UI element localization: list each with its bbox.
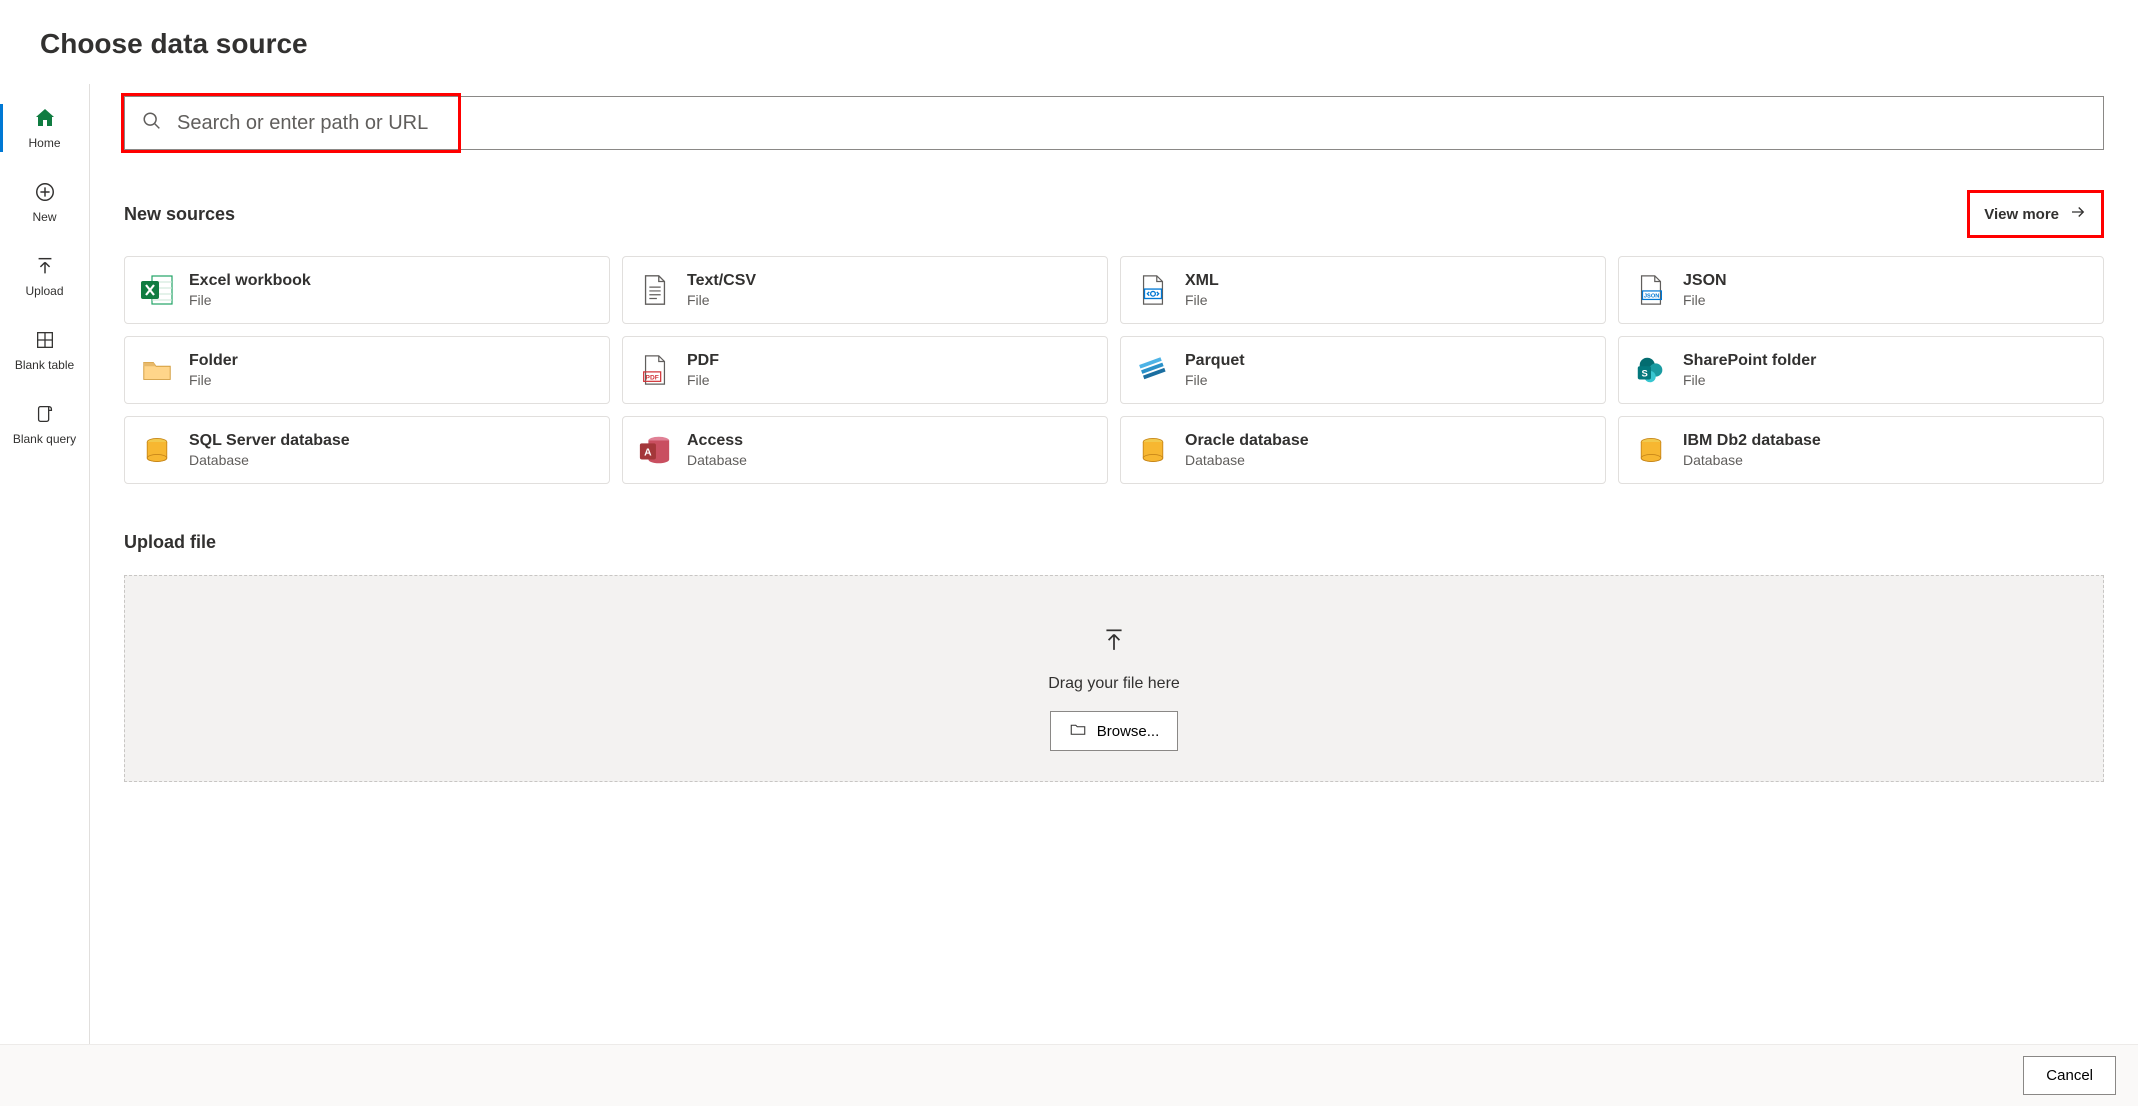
- card-json[interactable]: JSON JSON File: [1618, 256, 2104, 324]
- sidebar-item-home[interactable]: Home: [0, 96, 89, 164]
- card-subtitle: File: [687, 292, 756, 308]
- main: New sources View more Excel workbook Fil…: [90, 84, 2138, 1106]
- card-db2[interactable]: IBM Db2 database Database: [1618, 416, 2104, 484]
- search-icon: [141, 110, 163, 137]
- card-title: XML: [1185, 272, 1219, 290]
- card-sql-server[interactable]: SQL Server database Database: [124, 416, 610, 484]
- card-subtitle: Database: [189, 452, 350, 468]
- card-access[interactable]: A Access Database: [622, 416, 1108, 484]
- sidebar-item-blank-query[interactable]: Blank query: [0, 392, 89, 460]
- card-subtitle: File: [189, 292, 311, 308]
- card-subtitle: File: [687, 372, 719, 388]
- sidebar-item-upload[interactable]: Upload: [0, 244, 89, 312]
- new-sources-heading: New sources: [124, 204, 235, 225]
- db-yellow-icon: [139, 432, 175, 468]
- script-icon: [33, 402, 57, 426]
- upload-dropzone[interactable]: Drag your file here Browse...: [124, 575, 2104, 782]
- card-title: PDF: [687, 352, 719, 370]
- pdf-icon: PDF: [637, 352, 673, 388]
- card-title: Parquet: [1185, 352, 1245, 370]
- cancel-button[interactable]: Cancel: [2023, 1056, 2116, 1095]
- card-subtitle: Database: [687, 452, 747, 468]
- card-subtitle: File: [1185, 372, 1245, 388]
- card-sharepoint-folder[interactable]: S SharePoint folder File: [1618, 336, 2104, 404]
- footer: Cancel: [0, 1044, 2138, 1106]
- card-excel-workbook[interactable]: Excel workbook File: [124, 256, 610, 324]
- sidebar-item-label: Blank query: [13, 432, 76, 446]
- home-icon: [33, 106, 57, 130]
- upload-arrow-icon: [1101, 626, 1127, 657]
- view-more-label: View more: [1984, 206, 2059, 223]
- card-oracle[interactable]: Oracle database Database: [1120, 416, 1606, 484]
- card-title: Excel workbook: [189, 272, 311, 290]
- card-title: SQL Server database: [189, 432, 350, 450]
- search-bar[interactable]: [124, 96, 2104, 150]
- sidebar: Home New Upload Blank table Blank query: [0, 84, 90, 1106]
- sidebar-item-blank-table[interactable]: Blank table: [0, 318, 89, 386]
- card-subtitle: File: [1683, 372, 1816, 388]
- excel-icon: [139, 272, 175, 308]
- folder-icon: [139, 352, 175, 388]
- svg-text:A: A: [644, 448, 652, 459]
- card-subtitle: File: [189, 372, 238, 388]
- sidebar-item-label: New: [32, 210, 56, 224]
- card-title: IBM Db2 database: [1683, 432, 1821, 450]
- card-subtitle: Database: [1185, 452, 1309, 468]
- sidebar-item-label: Upload: [25, 284, 63, 298]
- folder-open-icon: [1069, 720, 1087, 742]
- card-parquet[interactable]: Parquet File: [1120, 336, 1606, 404]
- card-title: Folder: [189, 352, 238, 370]
- view-more-button[interactable]: View more: [1967, 190, 2104, 238]
- svg-text:JSON: JSON: [1644, 294, 1659, 300]
- svg-text:PDF: PDF: [646, 374, 659, 381]
- card-title: Text/CSV: [687, 272, 756, 290]
- access-icon: A: [637, 432, 673, 468]
- upload-heading: Upload file: [124, 532, 2104, 553]
- db-yellow-icon: [1633, 432, 1669, 468]
- sidebar-item-new[interactable]: New: [0, 170, 89, 238]
- grid-icon: [33, 328, 57, 352]
- svg-text:S: S: [1642, 369, 1648, 380]
- page-title: Choose data source: [0, 0, 2138, 84]
- dropzone-text: Drag your file here: [1048, 675, 1180, 693]
- json-icon: JSON: [1633, 272, 1669, 308]
- browse-label: Browse...: [1097, 723, 1160, 740]
- card-text-csv[interactable]: Text/CSV File: [622, 256, 1108, 324]
- card-xml[interactable]: XML File: [1120, 256, 1606, 324]
- browse-button[interactable]: Browse...: [1050, 711, 1179, 751]
- card-title: SharePoint folder: [1683, 352, 1816, 370]
- arrow-right-icon: [2069, 203, 2087, 225]
- text-file-icon: [637, 272, 673, 308]
- sharepoint-icon: S: [1633, 352, 1669, 388]
- xml-icon: [1135, 272, 1171, 308]
- card-folder[interactable]: Folder File: [124, 336, 610, 404]
- sidebar-item-label: Blank table: [15, 358, 74, 372]
- card-pdf[interactable]: PDF PDF File: [622, 336, 1108, 404]
- card-title: Oracle database: [1185, 432, 1309, 450]
- card-title: JSON: [1683, 272, 1727, 290]
- card-subtitle: File: [1185, 292, 1219, 308]
- card-subtitle: File: [1683, 292, 1727, 308]
- new-sources-grid: Excel workbook File Text/CSV File XM: [124, 256, 2104, 484]
- parquet-icon: [1135, 352, 1171, 388]
- db-yellow-icon: [1135, 432, 1171, 468]
- sidebar-item-label: Home: [28, 136, 60, 150]
- search-input[interactable]: [177, 112, 2087, 135]
- card-subtitle: Database: [1683, 452, 1821, 468]
- upload-arrow-icon: [33, 254, 57, 278]
- plus-circle-icon: [33, 180, 57, 204]
- card-title: Access: [687, 432, 747, 450]
